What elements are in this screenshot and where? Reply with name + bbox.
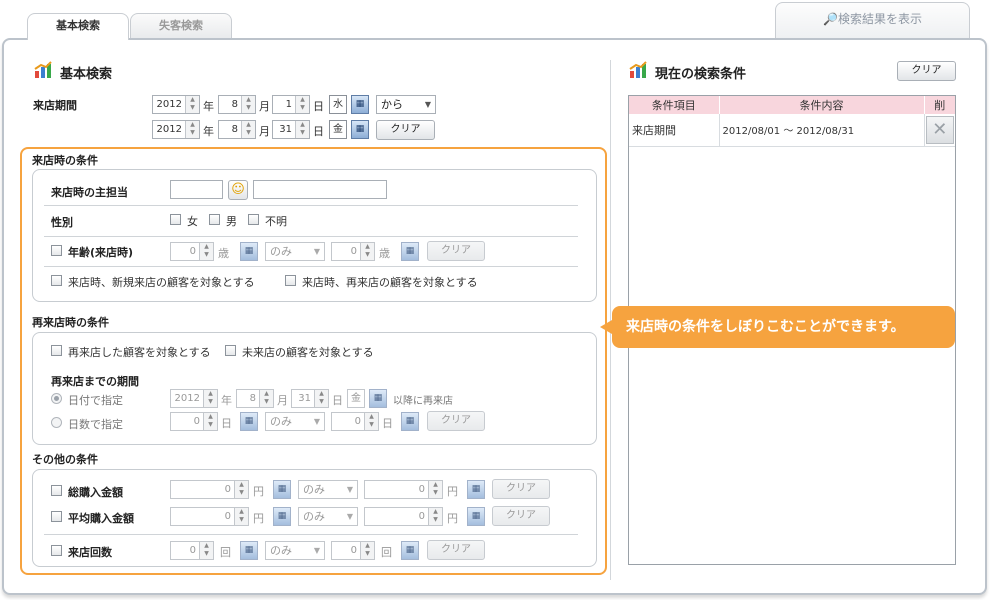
- calculator-icon[interactable]: ▦: [240, 412, 258, 431]
- total-purchase-clear-button[interactable]: クリア: [492, 479, 550, 499]
- age-from-input[interactable]: 0 ▲ ▼: [170, 242, 214, 261]
- calculator-icon[interactable]: ▦: [273, 480, 291, 499]
- help-tooltip: 来店時の条件をしぼりこむことができます。: [600, 306, 955, 348]
- gender-male-checkbox[interactable]: [209, 214, 220, 225]
- period-clear-button[interactable]: クリア: [376, 120, 435, 140]
- age-checkbox[interactable]: [51, 245, 62, 256]
- visit-count-clear-button[interactable]: クリア: [427, 540, 485, 560]
- revisit-period-title: 再来店までの期間: [51, 375, 139, 388]
- revisit-year-input[interactable]: 2012 ▲ ▼: [170, 389, 218, 408]
- tab-lost-customer-search[interactable]: 失客検索: [130, 13, 232, 39]
- average-purchase-mode-select[interactable]: のみ ▼: [298, 507, 358, 526]
- to-day-input[interactable]: 31 ▲ ▼: [272, 120, 310, 139]
- staff-label: 来店時の主担当: [51, 186, 128, 199]
- revisit-weekday: 金: [347, 389, 365, 408]
- visit-count-from-input[interactable]: 0 ▲ ▼: [170, 541, 214, 560]
- chart-icon: [629, 61, 647, 78]
- not-revisited-checkbox[interactable]: [225, 345, 236, 356]
- staff-picker-icon[interactable]: ☺: [228, 180, 248, 200]
- from-month-input[interactable]: 8 ▲ ▼: [218, 95, 256, 114]
- gender-unknown-checkbox[interactable]: [248, 214, 259, 225]
- tab-basic-search[interactable]: 基本検索: [27, 13, 129, 40]
- total-purchase-mode-select[interactable]: のみ ▼: [298, 480, 358, 499]
- to-weekday: 金: [329, 120, 347, 139]
- calculator-icon[interactable]: ▦: [401, 242, 419, 261]
- other-section-title: その他の条件: [32, 453, 98, 466]
- gender-label: 性別: [51, 216, 73, 229]
- left-title: 基本検索: [60, 67, 113, 82]
- revisit-section-title: 再来店時の条件: [32, 316, 109, 329]
- to-year-input[interactable]: 2012 ▲ ▼: [152, 120, 200, 139]
- new-visit-checkbox[interactable]: [51, 275, 62, 286]
- visit-count-checkbox[interactable]: [51, 545, 62, 556]
- age-mode-select[interactable]: のみ ▼: [265, 242, 325, 261]
- calculator-icon[interactable]: ▦: [401, 541, 419, 560]
- total-purchase-checkbox[interactable]: [51, 485, 62, 496]
- show-results-button[interactable]: 🔎検索結果を表示: [775, 2, 970, 39]
- visit-count-mode-select[interactable]: のみ ▼: [265, 541, 325, 560]
- average-purchase-checkbox[interactable]: [51, 511, 62, 522]
- revisit-day-input[interactable]: 31 ▲ ▼: [291, 389, 329, 408]
- calendar-icon[interactable]: ▦: [351, 95, 369, 114]
- calendar-icon[interactable]: ▦: [351, 120, 369, 139]
- calculator-icon[interactable]: ▦: [240, 242, 258, 261]
- days-from-input[interactable]: 0 ▲ ▼: [170, 412, 218, 431]
- calendar-icon[interactable]: ▦: [369, 389, 387, 408]
- calculator-icon[interactable]: ▦: [467, 507, 485, 526]
- staff-code-input[interactable]: [170, 180, 223, 199]
- from-year-input[interactable]: 2012 ▲ ▼: [152, 95, 200, 114]
- table-row: 来店期間 2012/08/01 〜 2012/08/31 ✕: [629, 114, 955, 146]
- delete-icon[interactable]: ✕: [925, 115, 954, 144]
- calculator-icon[interactable]: ▦: [273, 507, 291, 526]
- calculator-icon[interactable]: ▦: [467, 480, 485, 499]
- range-select[interactable]: から ▼: [376, 95, 436, 114]
- age-label: 年齢(来店時): [68, 246, 134, 259]
- gender-female-checkbox[interactable]: [170, 214, 181, 225]
- staff-name-input[interactable]: [253, 180, 387, 199]
- revisit-month-input[interactable]: 8 ▲ ▼: [236, 389, 274, 408]
- conditions-clear-button[interactable]: クリア: [897, 61, 956, 81]
- to-month-input[interactable]: 8 ▲ ▼: [218, 120, 256, 139]
- visit-count-to-input[interactable]: 0 ▲ ▼: [331, 541, 375, 560]
- visit-section-title: 来店時の条件: [32, 154, 98, 167]
- average-purchase-clear-button[interactable]: クリア: [492, 506, 550, 526]
- chart-icon: [34, 61, 52, 78]
- calculator-icon[interactable]: ▦: [401, 412, 419, 431]
- by-date-radio[interactable]: [51, 393, 62, 404]
- age-to-input[interactable]: 0 ▲ ▼: [331, 242, 375, 261]
- revisited-checkbox[interactable]: [51, 345, 62, 356]
- average-purchase-from-input[interactable]: 0 ▲ ▼: [170, 507, 249, 526]
- days-mode-select[interactable]: のみ ▼: [265, 412, 325, 431]
- by-days-radio[interactable]: [51, 417, 62, 428]
- right-title: 現在の検索条件: [655, 67, 747, 82]
- total-purchase-from-input[interactable]: 0 ▲ ▼: [170, 480, 249, 499]
- average-purchase-to-input[interactable]: 0 ▲ ▼: [364, 507, 443, 526]
- period-label: 来店期間: [33, 99, 77, 112]
- days-clear-button[interactable]: クリア: [427, 411, 485, 431]
- repeat-visit-checkbox[interactable]: [285, 275, 296, 286]
- total-purchase-to-input[interactable]: 0 ▲ ▼: [364, 480, 443, 499]
- days-to-input[interactable]: 0 ▲ ▼: [331, 412, 379, 431]
- age-clear-button[interactable]: クリア: [427, 241, 485, 261]
- from-day-input[interactable]: 1 ▲ ▼: [272, 95, 310, 114]
- from-weekday: 水: [329, 95, 347, 114]
- calculator-icon[interactable]: ▦: [240, 541, 258, 560]
